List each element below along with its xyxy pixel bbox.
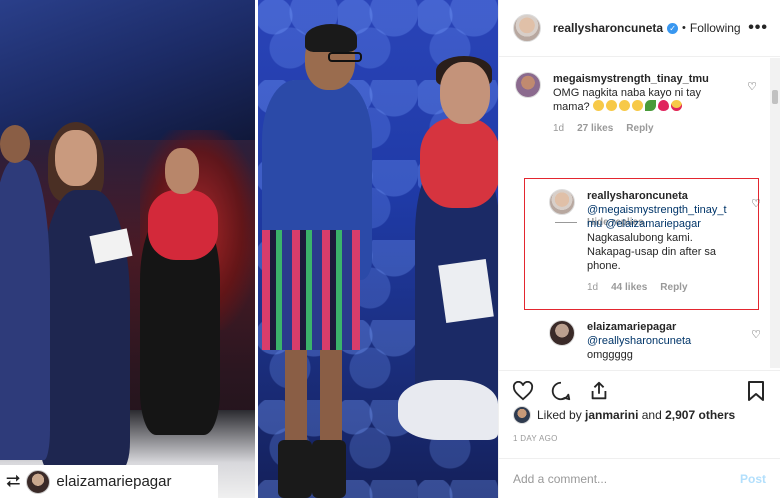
action-bar	[499, 370, 780, 410]
commenter-avatar[interactable]	[549, 189, 575, 215]
heart-icon[interactable]	[511, 379, 535, 403]
comment-icon[interactable]	[549, 379, 573, 403]
post-photo[interactable]: ⮂ elaizamariepagar	[0, 0, 498, 498]
comment-text: omggggg	[587, 349, 633, 361]
author-username[interactable]: reallysharoncuneta	[553, 21, 663, 35]
comment-meta: 1d 44 likes Reply	[587, 281, 727, 295]
photo-panel-left	[0, 0, 255, 498]
bookmark-icon[interactable]	[744, 379, 768, 403]
reply-button[interactable]: Reply	[660, 281, 687, 295]
likes-summary: Liked by janmarini and 2,907 others	[513, 406, 735, 424]
post-timestamp[interactable]: 1 DAY AGO	[513, 434, 558, 443]
comment-username[interactable]: elaizamariepagar	[587, 321, 676, 333]
comment-age[interactable]: 1d	[587, 281, 598, 295]
comment-reply: elaizamariepagar @reallysharoncuneta omg…	[549, 320, 761, 362]
comment-username[interactable]: reallysharoncuneta	[587, 190, 688, 202]
verified-icon: ✓	[667, 22, 679, 34]
post-sidebar: reallysharoncuneta ✓ • Following ••• meg…	[498, 0, 780, 498]
author-avatar[interactable]	[513, 14, 541, 42]
likes-count[interactable]: 2,907 others	[665, 408, 735, 422]
like-comment-heart-icon[interactable]: ♡	[751, 328, 761, 341]
add-comment-input[interactable]	[513, 471, 740, 486]
repost-icon: ⮂	[6, 471, 21, 492]
scrollbar-thumb[interactable]	[772, 90, 778, 104]
following-button[interactable]: Following	[690, 21, 741, 35]
comment: megaismystrength_tinay_tmu OMG nagkita n…	[515, 72, 765, 136]
comment-text: Nagkasalubong kami. Nakapag-usap din aft…	[587, 232, 717, 272]
more-options-icon[interactable]: •••	[748, 19, 768, 37]
post-button[interactable]: Post	[740, 472, 766, 486]
commenter-avatar[interactable]	[549, 320, 575, 346]
comment-likes[interactable]: 44 likes	[611, 281, 647, 295]
add-comment-bar: Post	[499, 458, 780, 498]
comment-likes[interactable]: 27 likes	[577, 122, 613, 136]
comments-list[interactable]: megaismystrength_tinay_tmu OMG nagkita n…	[499, 58, 769, 368]
like-comment-heart-icon[interactable]: ♡	[747, 80, 757, 93]
comment-username[interactable]: megaismystrength_tinay_tmu	[553, 73, 709, 85]
mention-link[interactable]: @reallysharoncuneta	[587, 335, 691, 347]
repost-avatar	[26, 469, 51, 494]
header-separator: •	[682, 22, 686, 34]
liker-username[interactable]: janmarini	[585, 408, 638, 422]
like-comment-heart-icon[interactable]: ♡	[751, 197, 761, 210]
post-header: reallysharoncuneta ✓ • Following •••	[499, 0, 780, 57]
comment-meta: 1d 27 likes Reply	[553, 122, 733, 136]
comments-scrollbar[interactable]	[770, 58, 780, 368]
comment-age[interactable]: 1d	[553, 122, 564, 136]
comment-emojis	[592, 100, 684, 113]
mention-link[interactable]: @elaizamariepagar	[605, 218, 701, 230]
comment-reply: reallysharoncuneta @megaismystrength_tin…	[549, 189, 761, 295]
repost-username: elaizamariepagar	[56, 473, 172, 490]
commenter-avatar[interactable]	[515, 72, 541, 98]
reply-button[interactable]: Reply	[626, 122, 653, 136]
share-icon[interactable]	[587, 379, 611, 403]
repost-credit: ⮂ elaizamariepagar	[0, 465, 218, 498]
liker-avatar[interactable]	[513, 406, 531, 424]
